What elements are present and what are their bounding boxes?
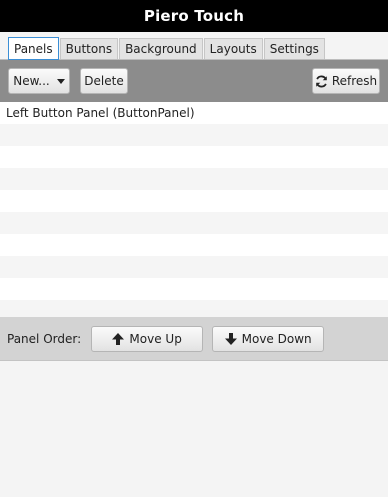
- move-down-button[interactable]: Move Down: [212, 325, 325, 352]
- empty-list-row: [0, 168, 388, 190]
- panel-list: Left Button Panel (ButtonPanel): [0, 102, 388, 322]
- tab-bar: Panels Buttons Background Layouts Settin…: [0, 32, 388, 60]
- arrow-up-icon: [112, 332, 125, 345]
- refresh-button[interactable]: Refresh: [312, 68, 380, 94]
- move-up-button[interactable]: Move Up: [91, 325, 204, 352]
- tab-panels[interactable]: Panels: [8, 37, 59, 60]
- move-down-label: Move Down: [241, 331, 312, 346]
- new-panel-button[interactable]: New...: [8, 68, 70, 94]
- empty-list-row: [0, 256, 388, 278]
- app-title: Piero Touch: [0, 0, 388, 32]
- arrow-down-icon: [224, 332, 237, 345]
- tab-settings[interactable]: Settings: [263, 38, 325, 59]
- empty-list-row: [0, 146, 388, 168]
- move-up-label: Move Up: [129, 331, 182, 346]
- new-panel-label: New...: [13, 74, 50, 88]
- list-item[interactable]: Left Button Panel (ButtonPanel): [0, 102, 388, 124]
- tab-layouts[interactable]: Layouts: [203, 38, 263, 59]
- empty-list-row: [0, 212, 388, 234]
- tab-background[interactable]: Background: [119, 38, 203, 59]
- chevron-down-icon: [56, 78, 65, 84]
- delete-panel-button[interactable]: Delete: [80, 68, 128, 94]
- panel-editor-area: [0, 361, 388, 495]
- refresh-label: Refresh: [331, 74, 378, 88]
- empty-list-row: [0, 124, 388, 146]
- tab-buttons[interactable]: Buttons: [59, 38, 119, 59]
- panel-order-bar: Panel Order: Move Up Move Down: [0, 317, 388, 361]
- panels-toolbar: New... Delete Refresh: [0, 60, 388, 102]
- refresh-icon: [316, 75, 327, 87]
- empty-list-row: [0, 278, 388, 300]
- empty-list-row: [0, 190, 388, 212]
- empty-list-row: [0, 234, 388, 256]
- panel-order-label: Panel Order:: [7, 331, 82, 346]
